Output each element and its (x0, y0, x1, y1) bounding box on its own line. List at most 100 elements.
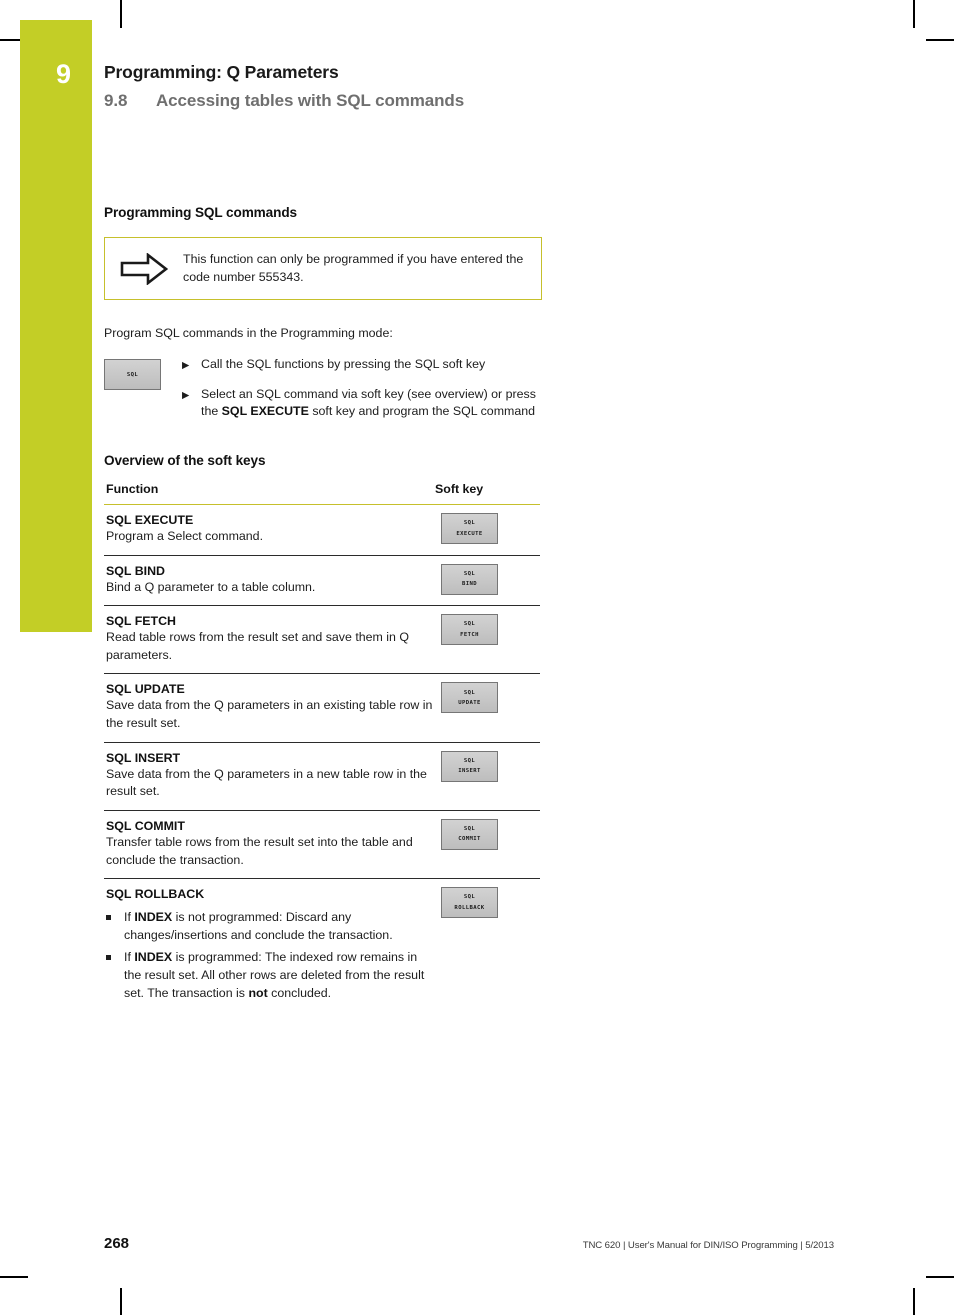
function-name: SQL EXECUTE (106, 513, 194, 528)
function-desc: Transfer table rows from the result set … (106, 834, 413, 867)
function-name: SQL INSERT (106, 750, 181, 765)
section-heading: 9.8 Accessing tables with SQL commands (104, 91, 724, 111)
function-name: SQL ROLLBACK (106, 887, 205, 902)
function-cell: SQL BIND Bind a Q parameter to a table c… (104, 555, 435, 607)
softkey-cell: SQL UPDATE (435, 673, 540, 743)
page-title: Programming: Q Parameters (104, 62, 339, 82)
bullet-text-part: If (124, 950, 135, 965)
steps-list: ▶ Call the SQL functions by pressing the… (182, 356, 540, 421)
function-desc: Program a Select command. (106, 529, 264, 544)
crop-mark-bottom-right-vertical (913, 1288, 915, 1315)
table-row: SQL UPDATE Save data from the Q paramete… (104, 673, 540, 743)
bullet-text-part: concluded. (267, 985, 332, 1000)
softkey-wrap: SQL FETCH (437, 614, 540, 646)
step-text-bold: SQL EXECUTE (221, 404, 309, 419)
triangle-right-icon: ▶ (182, 360, 190, 372)
softkey-sql-rollback[interactable]: SQL ROLLBACK (441, 887, 498, 919)
overview-heading: Overview of the soft keys (104, 453, 266, 469)
function-desc: Bind a Q parameter to a table column. (106, 579, 316, 594)
softkey-sql-fetch[interactable]: SQL FETCH (441, 614, 498, 646)
crop-mark-bottom-left-vertical (120, 1288, 122, 1315)
softkey-line2: UPDATE (458, 699, 481, 706)
note-text: This function can only be programmed if … (183, 252, 524, 284)
section-title: Accessing tables with SQL commands (156, 91, 465, 111)
table-row: SQL BIND Bind a Q parameter to a table c… (104, 555, 540, 607)
step-text-part: Call the SQL functions by pressing the S… (201, 357, 486, 372)
function-cell: SQL COMMIT Transfer table rows from the … (104, 810, 435, 880)
function-desc: Save data from the Q parameters in a new… (106, 766, 427, 799)
softkey-sql-line1: SQL (126, 371, 139, 378)
softkey-sql-insert[interactable]: SQL INSERT (441, 750, 498, 782)
section-number: 9.8 (104, 91, 128, 111)
softkey-cell: SQL EXECUTE (435, 504, 540, 556)
softkey-wrap: SQL COMMIT (437, 818, 540, 850)
crop-mark-top-right-horizontal (926, 39, 954, 41)
softkey-line1: SQL (463, 621, 476, 628)
table-row: SQL ROLLBACK If INDEX is not programmed:… (104, 879, 540, 1014)
column-header-softkey: Soft key (435, 482, 540, 506)
softkey-line1: SQL (463, 894, 476, 901)
bullet-text-part: If (124, 910, 135, 925)
square-bullet-icon (106, 909, 124, 944)
table-header-row: Function Soft key (104, 482, 540, 506)
softkey-cell: SQL COMMIT (435, 810, 540, 880)
note-box: This function can only be programmed if … (104, 237, 542, 301)
softkey-line2: COMMIT (458, 836, 481, 843)
softkey-wrap: SQL BIND (437, 563, 540, 595)
function-bullet-list: If INDEX is not programmed: Discard any … (106, 909, 435, 1002)
page-content: Programming SQL commands This function c… (104, 205, 542, 1013)
softkey-sql[interactable]: SQL (104, 359, 161, 391)
triangle-right-icon: ▶ (182, 389, 190, 401)
arrow-right-icon (105, 238, 183, 299)
running-head: Programming: Q Parameters 9.8 Accessing … (104, 62, 724, 111)
softkey-sql-commit[interactable]: SQL COMMIT (441, 818, 498, 850)
column-header-function: Function (104, 482, 435, 506)
softkey-wrap: SQL INSERT (437, 750, 540, 782)
softkey-overview-table: Function Soft key SQL EXECUTE Program a … (104, 482, 540, 1013)
programming-intro: Program SQL commands in the Programming … (104, 326, 393, 341)
softkey-line2: BIND (461, 581, 478, 588)
table-row: SQL EXECUTE Program a Select command. SQ… (104, 504, 540, 556)
step-text: Select an SQL command via soft key (see … (201, 386, 540, 421)
softkey-line2: INSERT (458, 768, 481, 775)
function-name: SQL FETCH (106, 614, 176, 629)
sql-softkey-column: SQL (104, 356, 182, 391)
bullet-text-bold: INDEX (134, 910, 173, 925)
softkey-cell: SQL INSERT (435, 742, 540, 811)
page-number: 268 (104, 1235, 130, 1252)
softkey-sql-update[interactable]: SQL UPDATE (441, 682, 498, 714)
softkey-line2: EXECUTE (456, 530, 483, 537)
footer-info: TNC 620 | User's Manual for DIN/ISO Prog… (582, 1240, 834, 1251)
list-item: If INDEX is not programmed: Discard any … (106, 909, 435, 944)
function-desc: Read table rows from the result set and … (106, 630, 410, 662)
chapter-tab (20, 20, 92, 632)
softkey-line2: ROLLBACK (454, 904, 485, 911)
crop-mark-bottom-left-horizontal (0, 1276, 28, 1278)
softkey-wrap: SQL ROLLBACK (437, 887, 540, 919)
programming-heading: Programming SQL commands (104, 205, 297, 220)
square-bullet-icon (106, 949, 124, 1002)
softkey-sql-bind[interactable]: SQL BIND (441, 563, 498, 595)
crop-mark-top-left-vertical (120, 0, 122, 28)
bullet-text-bold: not (248, 985, 268, 1000)
crop-mark-bottom-right-horizontal (926, 1276, 954, 1278)
softkey-cell: SQL ROLLBACK (435, 879, 540, 1014)
softkey-sql-execute[interactable]: SQL EXECUTE (441, 513, 498, 545)
programming-steps: SQL ▶ Call the SQL functions by pressing… (104, 356, 540, 421)
step-text: Call the SQL functions by pressing the S… (201, 356, 540, 374)
function-desc: Save data from the Q parameters in an ex… (106, 698, 433, 731)
function-name: SQL BIND (106, 563, 165, 578)
step-item: ▶ Select an SQL command via soft key (se… (182, 386, 540, 421)
table-row: SQL COMMIT Transfer table rows from the … (104, 810, 540, 880)
softkey-line1: SQL (463, 689, 476, 696)
softkey-wrap: SQL UPDATE (437, 682, 540, 714)
softkey-cell: SQL BIND (435, 555, 540, 607)
softkey-line1: SQL (463, 757, 476, 764)
table-row: SQL INSERT Save data from the Q paramete… (104, 742, 540, 811)
softkey-line1: SQL (463, 520, 476, 527)
step-text-part: soft key and program the SQL command (308, 404, 536, 419)
function-name: SQL UPDATE (106, 682, 185, 697)
softkey-line2: FETCH (460, 631, 479, 638)
bullet-text-bold: INDEX (134, 950, 173, 965)
function-cell: SQL EXECUTE Program a Select command. (104, 504, 435, 556)
